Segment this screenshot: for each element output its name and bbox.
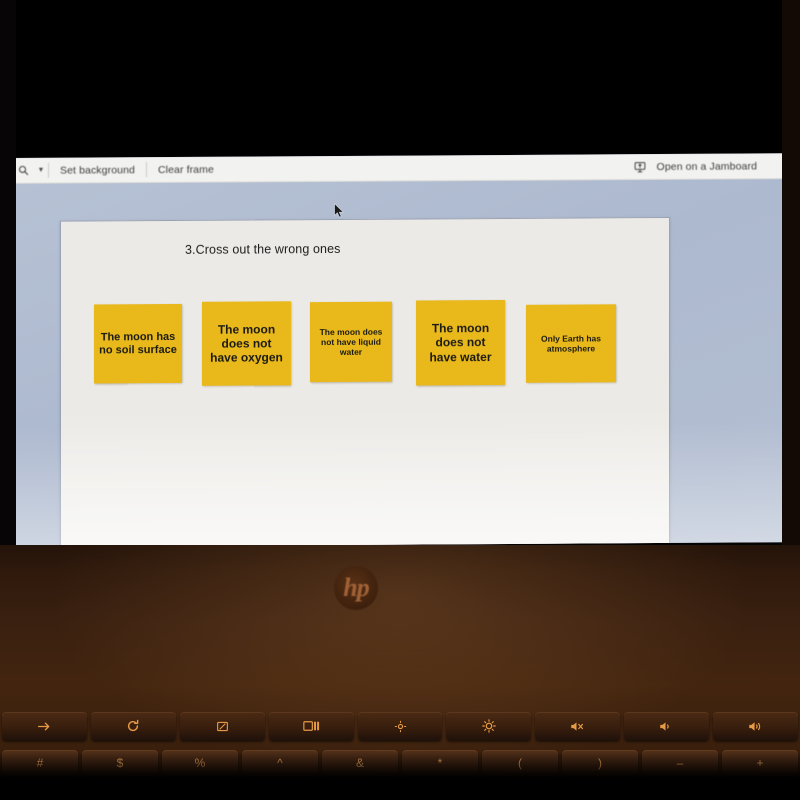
- sticky-note-text: The moon does not have oxygen: [210, 322, 283, 365]
- overview-windows-icon[interactable]: [268, 712, 354, 740]
- reload-icon[interactable]: [90, 712, 176, 740]
- toolbar-left-group: ▼ Set background Clear frame: [12, 157, 225, 183]
- board-title-text: 3.Cross out the wrong ones: [185, 241, 341, 257]
- toolbar-right-group: Open on a Jamboard: [629, 153, 783, 179]
- bottom-dark-area: [0, 778, 800, 800]
- mute-icon[interactable]: [535, 712, 621, 740]
- laptop-photo: ▼ Set background Clear frame Open on a J…: [0, 0, 800, 800]
- jamboard-canvas[interactable]: 3.Cross out the wrong ones The moon has …: [60, 216, 670, 547]
- sticky-note[interactable]: The moon does not have water: [416, 299, 505, 386]
- sticky-notes-layer: The moon has no soil surface The moon doe…: [61, 218, 669, 386]
- keyboard-function-row: [0, 712, 800, 740]
- top-dark-area: [0, 0, 800, 158]
- bottom-shadow-fade: [0, 752, 800, 778]
- fullscreen-icon[interactable]: [179, 712, 265, 740]
- screen-left-vignette: [0, 0, 16, 560]
- open-on-jamboard-button[interactable]: Open on a Jamboard: [651, 153, 757, 179]
- mouse-pointer: [334, 202, 345, 219]
- clear-frame-button[interactable]: Clear frame: [147, 156, 225, 182]
- sticky-note-text: The moon does not have water: [429, 321, 492, 365]
- open-on-jamboard-icon[interactable]: [629, 156, 651, 178]
- sticky-note-text: The moon has no soil surface: [99, 330, 177, 356]
- sticky-note[interactable]: The moon does not have liquid water: [310, 301, 392, 383]
- sticky-note[interactable]: The moon does not have oxygen: [202, 301, 291, 386]
- jamboard-stage: 3.Cross out the wrong ones The moon has …: [8, 179, 783, 547]
- brightness-up-icon[interactable]: [446, 712, 532, 740]
- laptop-screen: ▼ Set background Clear frame Open on a J…: [8, 153, 783, 547]
- screen-right-vignette: [782, 0, 800, 560]
- zoom-chevron-down-icon[interactable]: ▼: [34, 159, 48, 181]
- volume-down-icon[interactable]: [624, 712, 710, 740]
- sticky-note-text: The moon does not have liquid water: [319, 326, 383, 357]
- hp-logo: hp: [334, 566, 378, 610]
- sticky-note[interactable]: Only Earth has atmosphere: [526, 304, 616, 383]
- brightness-down-icon[interactable]: [357, 712, 443, 740]
- forward-arrow-icon[interactable]: [2, 712, 87, 740]
- sticky-note[interactable]: The moon has no soil surface: [94, 303, 182, 384]
- set-background-button[interactable]: Set background: [49, 157, 146, 184]
- sticky-note-text: Only Earth has atmosphere: [541, 333, 601, 354]
- volume-up-icon[interactable]: [713, 712, 799, 740]
